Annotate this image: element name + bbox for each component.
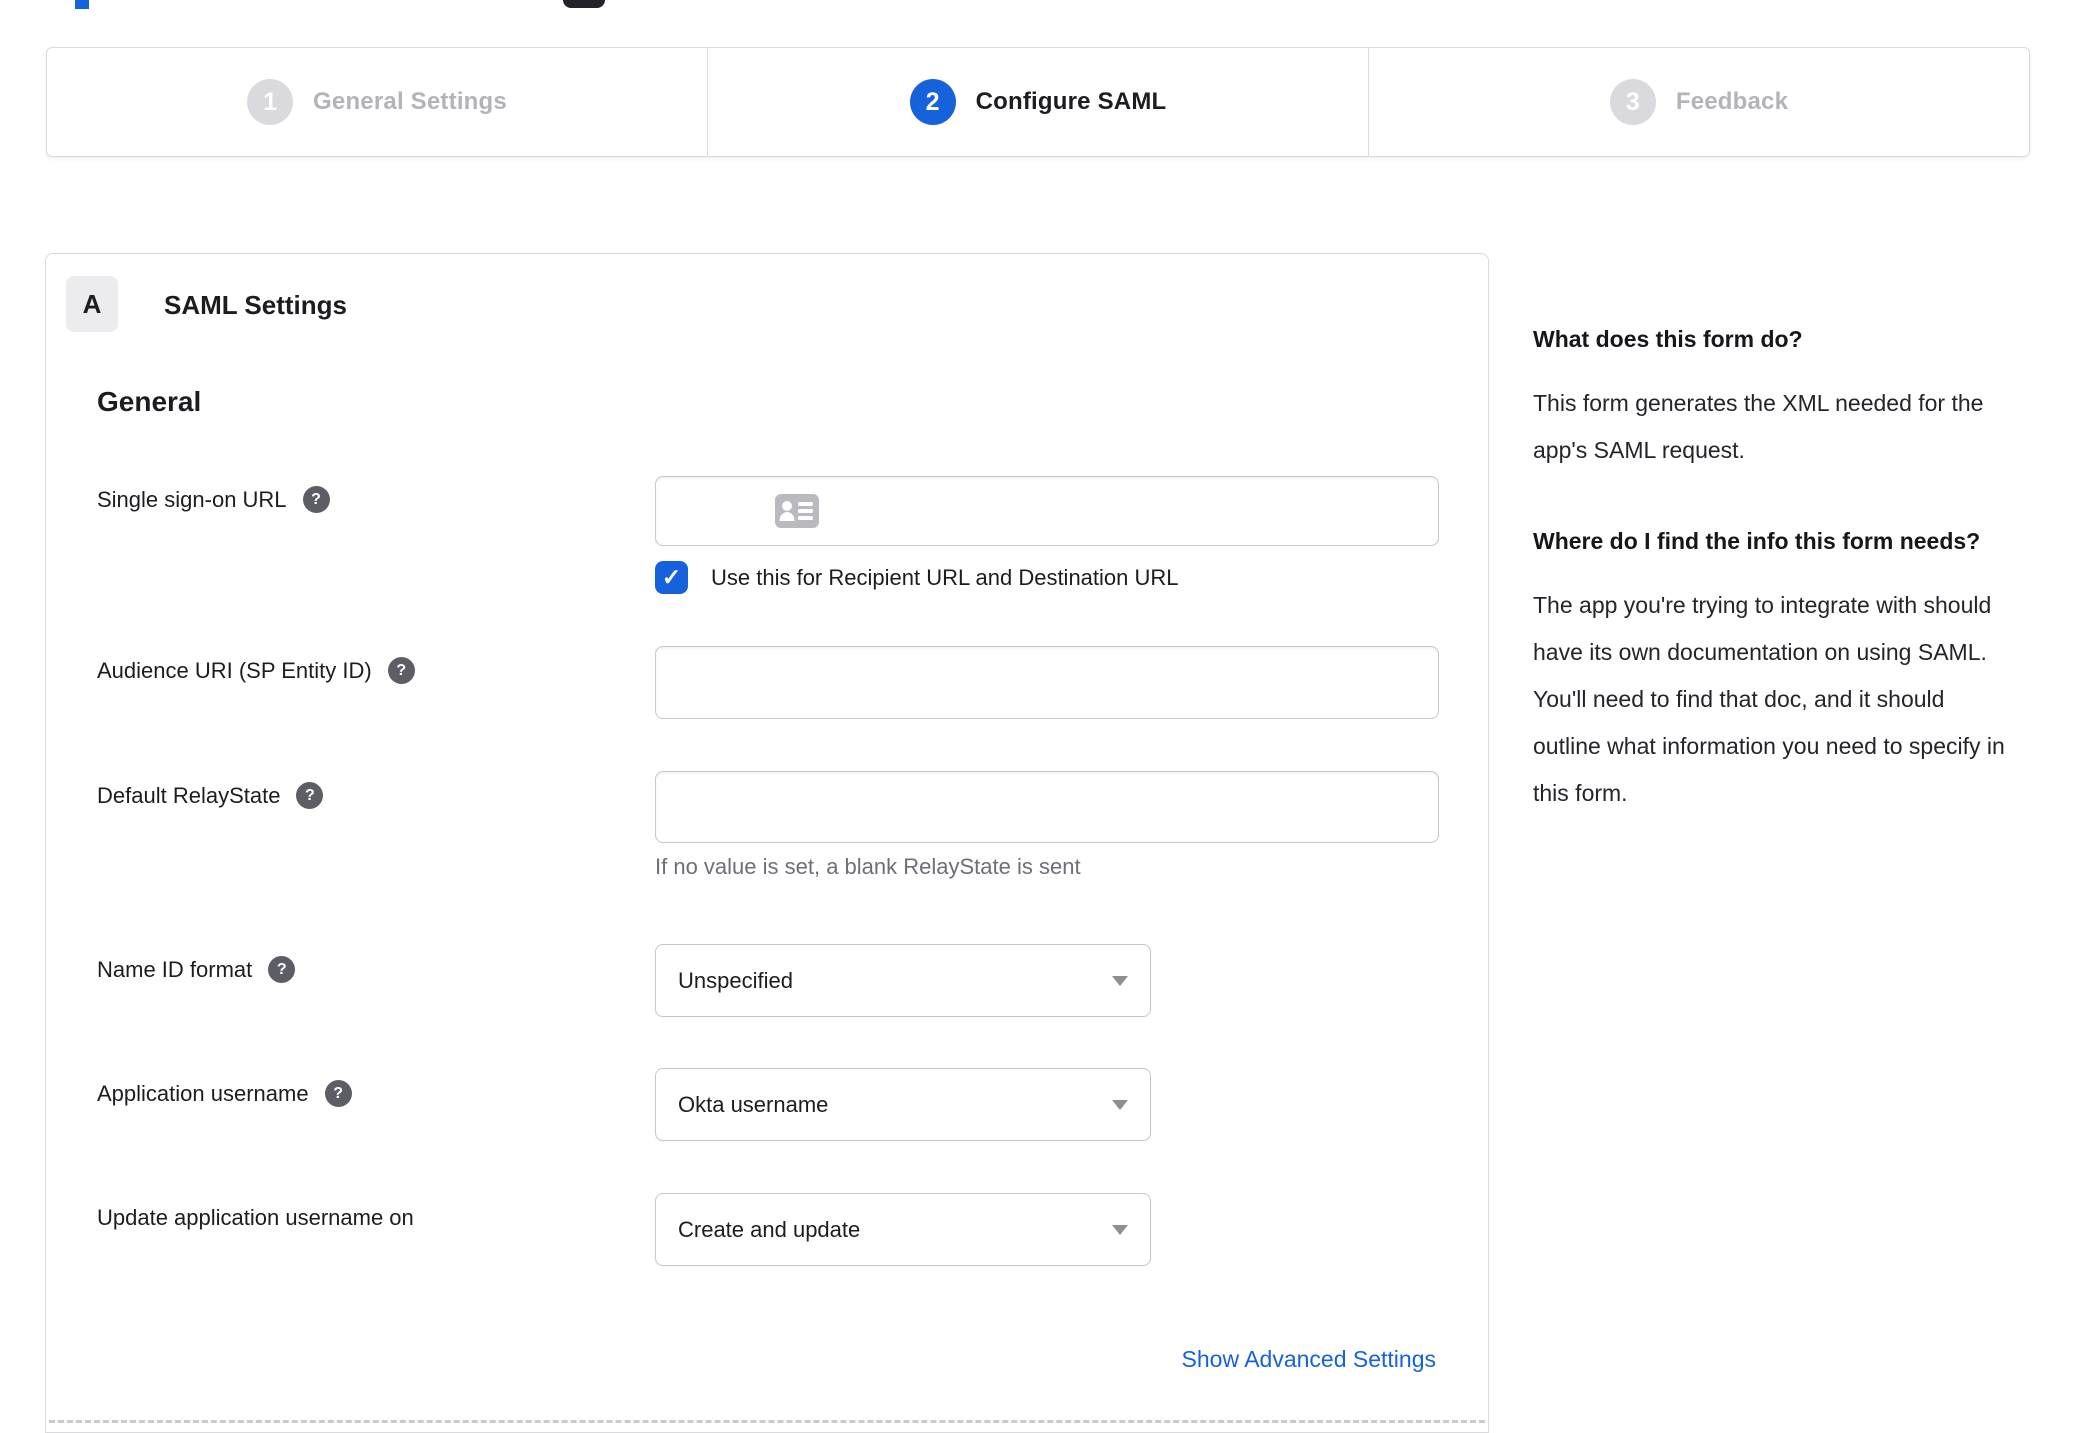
update-username-select[interactable]: Create and update [655, 1193, 1151, 1266]
sidebar-body-what: This form generates the XML needed for t… [1533, 390, 1984, 463]
audience-uri-label: Audience URI (SP Entity ID) [97, 657, 372, 683]
section-badge-a: A [66, 276, 118, 332]
show-advanced-settings-link[interactable]: Show Advanced Settings [1182, 1346, 1436, 1373]
step-configure-saml[interactable]: 2 Configure SAML [708, 48, 1369, 156]
application-username-value: Okta username [678, 1091, 829, 1117]
name-id-format-label-row: Name ID format ? [97, 956, 296, 983]
update-username-label-row: Update application username on [97, 1205, 414, 1231]
sidebar-heading-what: What does this form do? [1533, 326, 1803, 352]
audience-uri-input[interactable] [655, 646, 1439, 719]
section-heading-general: General [97, 386, 202, 417]
step-label: Feedback [1675, 88, 1789, 115]
single-sign-on-url-label-row: Single sign-on URL ? [97, 486, 330, 513]
relaystate-hint: If no value is set, a blank RelayState i… [655, 854, 1081, 879]
default-relaystate-label-row: Default RelayState ? [97, 782, 324, 809]
panel-title: SAML Settings [164, 290, 347, 320]
dashed-divider [49, 1420, 1485, 1423]
cutoff-dark-icon [563, 0, 605, 8]
recipient-url-checkbox-label[interactable]: Use this for Recipient URL and Destinati… [711, 565, 1179, 591]
sidebar-heading-where: Where do I find the info this form needs… [1533, 528, 1981, 554]
default-relaystate-label: Default RelayState [97, 782, 281, 808]
step-number-badge: 3 [1609, 79, 1656, 125]
help-icon[interactable]: ? [324, 1080, 352, 1107]
help-icon[interactable]: ? [296, 782, 324, 809]
cutoff-blue-element [75, 0, 89, 9]
audience-uri-label-row: Audience URI (SP Entity ID) ? [97, 657, 415, 684]
recipient-url-checkbox-row: ✓ Use this for Recipient URL and Destina… [655, 561, 1179, 594]
step-label: Configure SAML [975, 88, 1167, 115]
step-feedback[interactable]: 3 Feedback [1369, 48, 2029, 156]
name-id-format-select[interactable]: Unspecified [655, 944, 1151, 1017]
help-icon[interactable]: ? [268, 956, 296, 983]
dropdown-arrow-icon [1112, 1099, 1128, 1110]
application-username-select[interactable]: Okta username [655, 1068, 1151, 1141]
step-label: General Settings [313, 88, 507, 115]
wizard-stepper: 1 General Settings 2 Configure SAML 3 Fe… [46, 47, 2030, 157]
dropdown-arrow-icon [1112, 975, 1128, 986]
step-general-settings[interactable]: 1 General Settings [47, 48, 708, 156]
update-username-value: Create and update [678, 1216, 861, 1242]
single-sign-on-url-label: Single sign-on URL [97, 486, 287, 512]
name-id-format-value: Unspecified [678, 967, 793, 993]
step-number-badge: 1 [247, 79, 294, 125]
step-number-badge: 2 [909, 79, 956, 125]
sidebar-body-where: The app you're trying to integrate with … [1533, 592, 2005, 806]
single-sign-on-url-input[interactable] [655, 476, 1439, 546]
application-username-label-row: Application username ? [97, 1080, 352, 1107]
recipient-url-checkbox[interactable]: ✓ [655, 561, 688, 594]
help-sidebar: What does this form do? This form genera… [1533, 318, 2011, 863]
check-icon: ✓ [661, 564, 682, 590]
saml-settings-panel: A SAML Settings General Single sign-on U… [45, 253, 1489, 1433]
update-username-label: Update application username on [97, 1205, 414, 1230]
default-relaystate-input[interactable] [655, 771, 1439, 843]
name-id-format-label: Name ID format [97, 956, 253, 982]
help-icon[interactable]: ? [302, 486, 330, 513]
application-username-label: Application username [97, 1080, 309, 1106]
contact-card-icon[interactable] [775, 476, 819, 546]
dropdown-arrow-icon [1112, 1224, 1128, 1235]
help-icon[interactable]: ? [387, 657, 415, 684]
